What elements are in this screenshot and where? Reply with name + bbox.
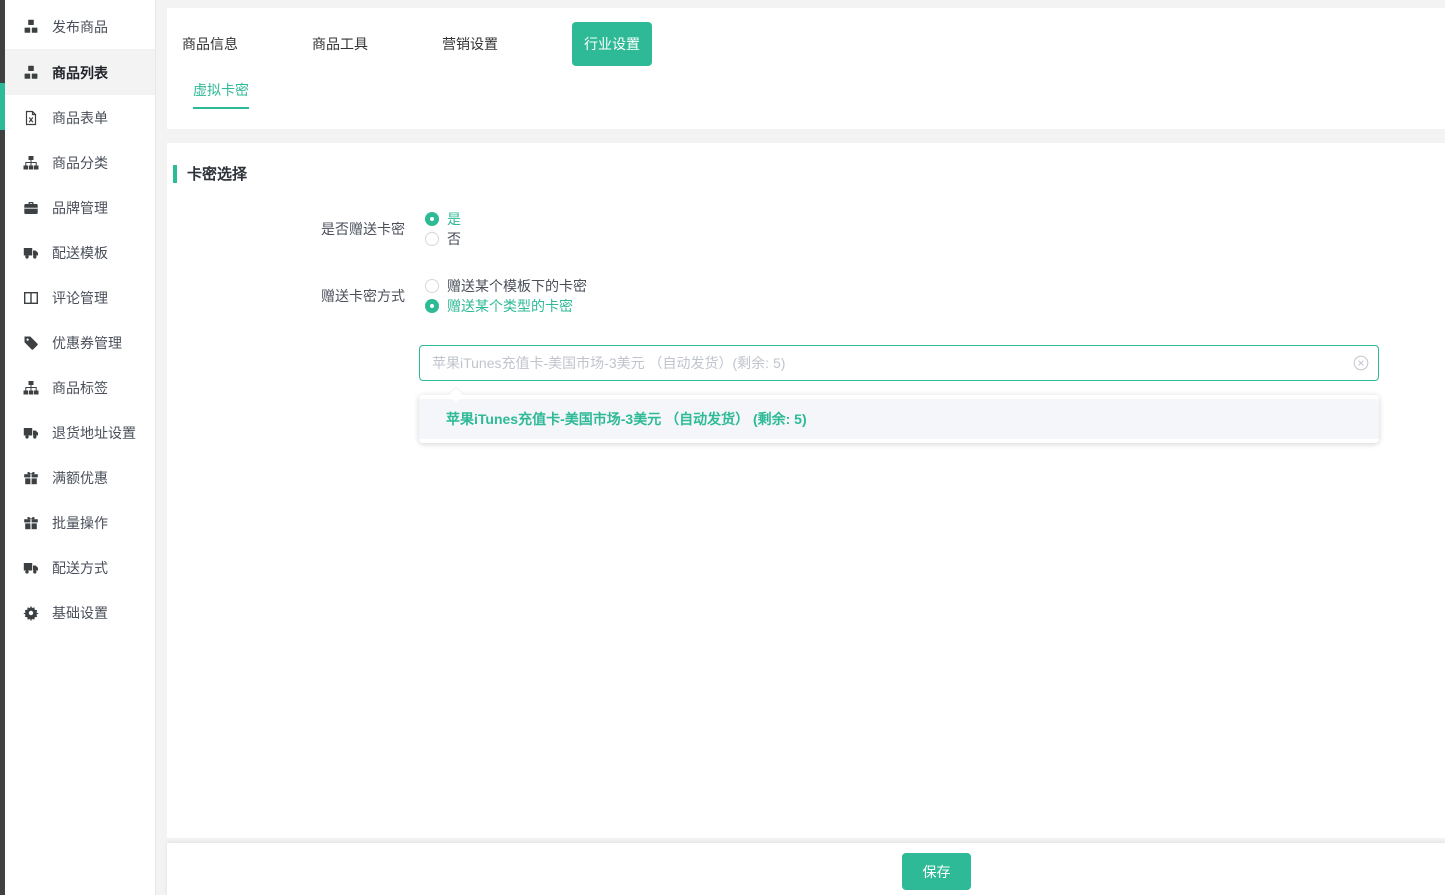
radio-group-gift-question: 是否 bbox=[425, 209, 495, 249]
sidebar-item-14[interactable]: 基础设置 bbox=[5, 590, 155, 635]
sidebar-item-1[interactable]: 发布商品 bbox=[5, 5, 155, 50]
field-label: 是否赠送卡密 bbox=[167, 219, 405, 239]
sidebar-item-label: 品牌管理 bbox=[52, 198, 108, 218]
truck-icon bbox=[23, 245, 39, 261]
sidebar-menu: 发布商品商品列表商品表单商品分类品牌管理配送模板评论管理优惠券管理商品标签退货地… bbox=[5, 5, 155, 635]
sidebar-item-11[interactable]: 满额优惠 bbox=[5, 455, 155, 500]
sidebar-item-3[interactable]: 商品表单 bbox=[5, 95, 155, 140]
circle-close-icon[interactable] bbox=[1353, 355, 1369, 371]
sidebar-item-7[interactable]: 评论管理 bbox=[5, 275, 155, 320]
save-button[interactable]: 保存 bbox=[902, 853, 971, 890]
field-label: 赠送卡密方式 bbox=[167, 286, 405, 306]
section-header: 卡密选择 bbox=[173, 163, 247, 184]
briefcase-icon bbox=[23, 200, 39, 216]
tag-icon bbox=[23, 335, 39, 351]
subtab-bar: 虚拟卡密 bbox=[167, 80, 1445, 109]
card-type-select-input[interactable] bbox=[419, 345, 1379, 381]
sidebar-item-label: 商品标签 bbox=[52, 378, 108, 398]
subtab-1[interactable]: 虚拟卡密 bbox=[193, 80, 249, 109]
card-type-dropdown: 苹果iTunes充值卡-美国市场-3美元 （自动发货） (剩余: 5) bbox=[419, 395, 1379, 443]
sidebar-item-6[interactable]: 配送模板 bbox=[5, 230, 155, 275]
sidebar-item-2[interactable]: 商品列表 bbox=[5, 50, 155, 95]
gear-icon bbox=[23, 605, 39, 621]
radio-unselected-icon[interactable] bbox=[425, 232, 439, 246]
sidebar: 发布商品商品列表商品表单商品分类品牌管理配送模板评论管理优惠券管理商品标签退货地… bbox=[5, 0, 156, 895]
sidebar-item-4[interactable]: 商品分类 bbox=[5, 140, 155, 185]
sidebar-item-label: 满额优惠 bbox=[52, 468, 108, 488]
tab-2[interactable]: 商品工具 bbox=[312, 34, 368, 54]
card-type-select bbox=[419, 345, 1379, 381]
sidebar-item-label: 评论管理 bbox=[52, 288, 108, 308]
sitemap-icon bbox=[23, 155, 39, 171]
footer-bar: 保存 bbox=[167, 843, 1445, 895]
sidebar-item-10[interactable]: 退货地址设置 bbox=[5, 410, 155, 455]
sidebar-item-label: 批量操作 bbox=[52, 513, 108, 533]
main-area: 商品信息 商品工具 营销设置 行业设置 虚拟卡密 卡密选择 是否赠送卡密 是否 赠送卡… bbox=[167, 0, 1445, 895]
radio-selected-icon[interactable] bbox=[425, 212, 439, 226]
sidebar-item-label: 优惠券管理 bbox=[52, 333, 122, 353]
sidebar-item-label: 商品表单 bbox=[52, 108, 108, 128]
radio-option-label: 赠送某个模板下的卡密 bbox=[447, 276, 587, 296]
content-card: 卡密选择 是否赠送卡密 是否 赠送卡密方式 赠送某个模板下的卡密赠送某个类型的卡… bbox=[167, 143, 1445, 838]
sidebar-item-12[interactable]: 批量操作 bbox=[5, 500, 155, 545]
gift-icon bbox=[23, 470, 39, 486]
form-row-gift-question: 是否赠送卡密 是否 bbox=[167, 215, 495, 243]
radio-selected-icon[interactable] bbox=[425, 299, 439, 313]
page: 发布商品商品列表商品表单商品分类品牌管理配送模板评论管理优惠券管理商品标签退货地… bbox=[0, 0, 1445, 895]
tab-bar: 商品信息 商品工具 营销设置 行业设置 bbox=[167, 8, 1445, 80]
radio-option[interactable]: 是 bbox=[425, 209, 461, 229]
sitemap-icon bbox=[23, 380, 39, 396]
sidebar-item-label: 发布商品 bbox=[52, 17, 108, 37]
sidebar-item-13[interactable]: 配送方式 bbox=[5, 545, 155, 590]
radio-option[interactable]: 赠送某个模板下的卡密 bbox=[425, 276, 587, 296]
radio-option[interactable]: 赠送某个类型的卡密 bbox=[425, 296, 587, 316]
dropdown-item-1[interactable]: 苹果iTunes充值卡-美国市场-3美元 （自动发货） (剩余: 5) bbox=[419, 399, 1379, 439]
gift-icon bbox=[23, 515, 39, 531]
sidebar-item-label: 商品分类 bbox=[52, 153, 108, 173]
section-title: 卡密选择 bbox=[187, 163, 247, 184]
sidebar-item-label: 退货地址设置 bbox=[52, 423, 136, 443]
truck-icon bbox=[23, 425, 39, 441]
sidebar-item-8[interactable]: 优惠券管理 bbox=[5, 320, 155, 365]
truck-icon bbox=[23, 560, 39, 576]
tab-1[interactable]: 商品信息 bbox=[182, 34, 238, 54]
radio-option-label: 否 bbox=[447, 229, 461, 249]
file-excel-icon bbox=[23, 110, 39, 126]
sidebar-item-label: 基础设置 bbox=[52, 603, 108, 623]
tabs-card: 商品信息 商品工具 营销设置 行业设置 虚拟卡密 bbox=[167, 8, 1445, 129]
tab-3[interactable]: 营销设置 bbox=[442, 34, 498, 54]
left-rail bbox=[0, 0, 5, 895]
tab-4[interactable]: 行业设置 bbox=[572, 22, 652, 66]
scrollbar-thumb[interactable] bbox=[0, 83, 5, 130]
radio-option[interactable]: 否 bbox=[425, 229, 461, 249]
section-accent-bar bbox=[173, 165, 177, 183]
radio-option-label: 赠送某个类型的卡密 bbox=[447, 296, 573, 316]
form-row-gift-method: 赠送卡密方式 赠送某个模板下的卡密赠送某个类型的卡密 bbox=[167, 282, 621, 310]
cubes-icon bbox=[23, 65, 39, 81]
radio-unselected-icon[interactable] bbox=[425, 279, 439, 293]
dropdown-list: 苹果iTunes充值卡-美国市场-3美元 （自动发货） (剩余: 5) bbox=[419, 399, 1379, 439]
sidebar-item-5[interactable]: 品牌管理 bbox=[5, 185, 155, 230]
sidebar-item-label: 商品列表 bbox=[52, 63, 108, 83]
cubes-icon bbox=[23, 19, 39, 35]
sidebar-item-9[interactable]: 商品标签 bbox=[5, 365, 155, 410]
sidebar-item-label: 配送模板 bbox=[52, 243, 108, 263]
radio-group-gift-method: 赠送某个模板下的卡密赠送某个类型的卡密 bbox=[425, 276, 621, 316]
radio-option-label: 是 bbox=[447, 209, 461, 229]
columns-icon bbox=[23, 290, 39, 306]
sidebar-item-label: 配送方式 bbox=[52, 558, 108, 578]
